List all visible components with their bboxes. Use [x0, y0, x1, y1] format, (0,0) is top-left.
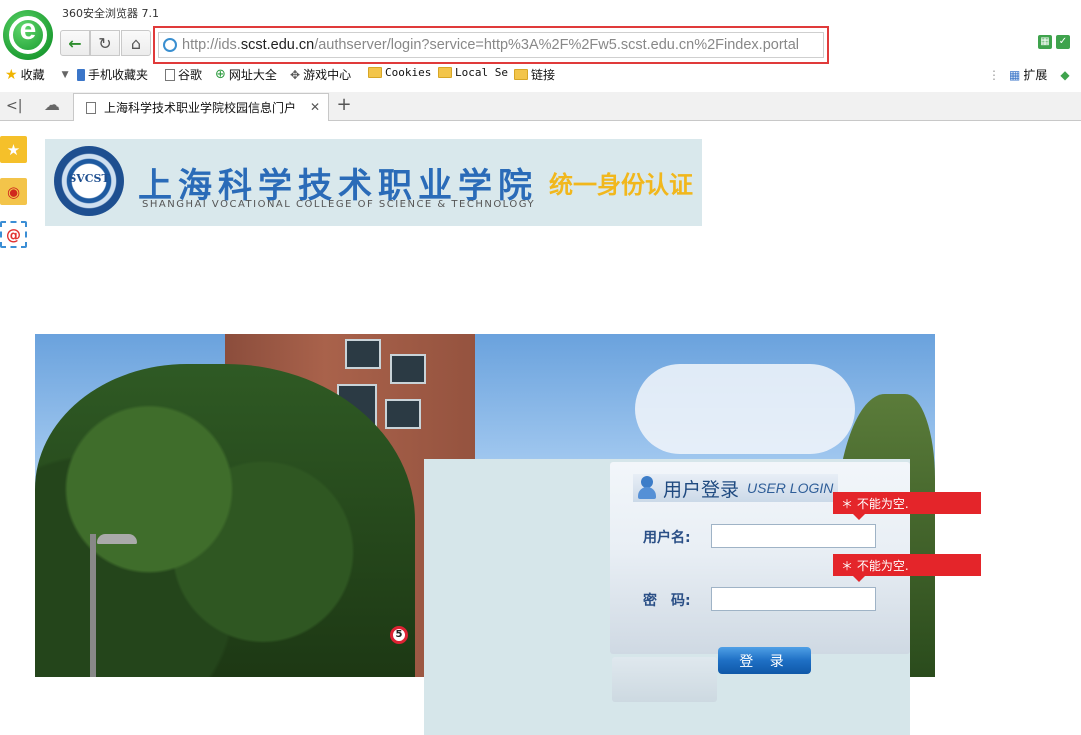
- bookmark-label: 游戏中心: [303, 68, 352, 82]
- tab-list-icon[interactable]: <|: [6, 98, 22, 114]
- bookmark-label: 网址大全: [228, 68, 277, 82]
- username-error-tooltip: ＊ 不能为空.: [833, 492, 981, 520]
- bookmark-label: Local Se: [455, 66, 508, 79]
- browser-logo-icon[interactable]: e: [3, 10, 53, 60]
- qr-code-icon[interactable]: ▦: [1038, 35, 1052, 49]
- star-icon: ★: [5, 66, 18, 83]
- password-input[interactable]: [711, 587, 876, 611]
- username-label: 用户名:: [643, 530, 691, 546]
- new-tab-button[interactable]: +: [333, 94, 355, 120]
- login-lower-panel: [612, 657, 717, 702]
- window-shape: [385, 399, 421, 429]
- address-input[interactable]: http://ids. scst.edu.cn/authserver/login?…: [158, 32, 824, 58]
- login-title: 用户登录: [663, 478, 740, 501]
- page-icon: [165, 68, 175, 81]
- page-icon: [86, 101, 96, 114]
- bookmark-games[interactable]: ✥ 游戏中心: [290, 66, 351, 83]
- window-shape: [390, 354, 426, 384]
- extensions-button[interactable]: ⋮ ▦ 扩展 ◆: [988, 66, 1070, 83]
- side-mail-icon[interactable]: @: [0, 221, 27, 248]
- folder-icon: [438, 67, 452, 78]
- bookmark-label: Cookies: [385, 66, 432, 79]
- arrow-left-icon: ←: [68, 33, 82, 53]
- bookmark-label: 链接: [531, 68, 556, 82]
- url-path: /authserver/login?service=http%3A%2F%2Fw…: [314, 37, 799, 53]
- bookmark-label: 扩展: [1023, 68, 1048, 82]
- school-banner: SVCST 上海科学技术职业学院 SHANGHAI VOCATIONAL COL…: [45, 139, 702, 226]
- folder-icon: [514, 69, 528, 80]
- password-label: 密 码:: [643, 593, 691, 609]
- refresh-button[interactable]: ↻: [90, 30, 120, 56]
- chevron-down-icon: ▼: [61, 69, 69, 80]
- bookmark-label: 手机收藏夹: [88, 68, 149, 82]
- browser-chrome: e 360安全浏览器 7.1 ← ↻ ⌂ http://ids. scst.edu…: [0, 0, 1081, 121]
- logo-text: SVCST: [68, 172, 110, 185]
- refresh-icon: ↻: [98, 33, 112, 53]
- address-right-icons: ▦ ✓: [1038, 35, 1070, 49]
- login-button[interactable]: 登 录: [718, 647, 811, 674]
- address-bar-highlight: http://ids. scst.edu.cn/authserver/login?…: [153, 26, 829, 64]
- home-button[interactable]: ⌂: [121, 30, 151, 56]
- browser-title: 360安全浏览器 7.1: [62, 7, 159, 20]
- lamp-post: [90, 534, 96, 677]
- speed-sign: 5: [390, 626, 408, 644]
- username-input[interactable]: [711, 524, 876, 548]
- bookmark-label: 收藏: [20, 68, 45, 82]
- cloud-shape: [635, 364, 855, 454]
- school-logo-icon: SVCST: [54, 146, 124, 216]
- bookmark-cookies[interactable]: Cookies: [368, 66, 431, 79]
- user-icon: [637, 476, 657, 500]
- login-title-en: USER LOGIN: [747, 480, 834, 496]
- bookmark-google[interactable]: 谷歌: [165, 66, 202, 83]
- bookmark-mobile[interactable]: 手机收藏夹: [77, 66, 148, 83]
- phone-icon: [77, 68, 85, 81]
- back-button[interactable]: ←: [60, 30, 90, 56]
- url-host: scst.edu.cn: [240, 37, 315, 53]
- window-shape: [345, 339, 381, 369]
- side-weibo-icon[interactable]: ◉: [0, 178, 27, 205]
- shield-icon: ◆: [1060, 67, 1070, 82]
- bookmark-local[interactable]: Local Se: [438, 66, 508, 79]
- auth-title: 统一身份认证: [549, 171, 693, 199]
- close-icon[interactable]: ✕: [310, 100, 320, 114]
- tab-active[interactable]: 上海科学技术职业学院校园信息门户 ✕: [73, 93, 329, 121]
- login-header: 用户登录 USER LOGIN: [633, 474, 838, 502]
- plus-circle-icon: ⊕: [215, 67, 226, 82]
- leaf-icon[interactable]: ✓: [1056, 35, 1070, 49]
- gamepad-icon: ✥: [290, 67, 301, 82]
- bookmark-favorites[interactable]: ★ 收藏 ▼: [5, 66, 69, 83]
- tab-title: 上海科学技术职业学院校园信息门户: [104, 101, 297, 115]
- drag-handle-icon: ⋮: [988, 67, 1000, 82]
- home-icon: ⌂: [130, 33, 142, 53]
- side-star-icon[interactable]: ★: [0, 136, 27, 163]
- bookmark-label: 谷歌: [178, 68, 203, 82]
- cloud-icon[interactable]: ☁: [44, 95, 60, 114]
- bookmark-sites[interactable]: ⊕ 网址大全: [215, 66, 277, 83]
- bookmark-links[interactable]: 链接: [514, 66, 555, 83]
- grid-icon: ▦: [1009, 67, 1021, 82]
- lamp-head: [97, 534, 137, 544]
- folder-icon: [368, 67, 382, 78]
- url-prefix: http://ids.: [182, 37, 241, 53]
- globe-icon: [163, 38, 177, 52]
- password-error-tooltip: ＊ 不能为空.: [833, 554, 981, 582]
- tab-bar: <| ☁ 上海科学技术职业学院校园信息门户 ✕ +: [0, 92, 1081, 121]
- school-name-en: SHANGHAI VOCATIONAL COLLEGE OF SCIENCE &…: [142, 199, 536, 210]
